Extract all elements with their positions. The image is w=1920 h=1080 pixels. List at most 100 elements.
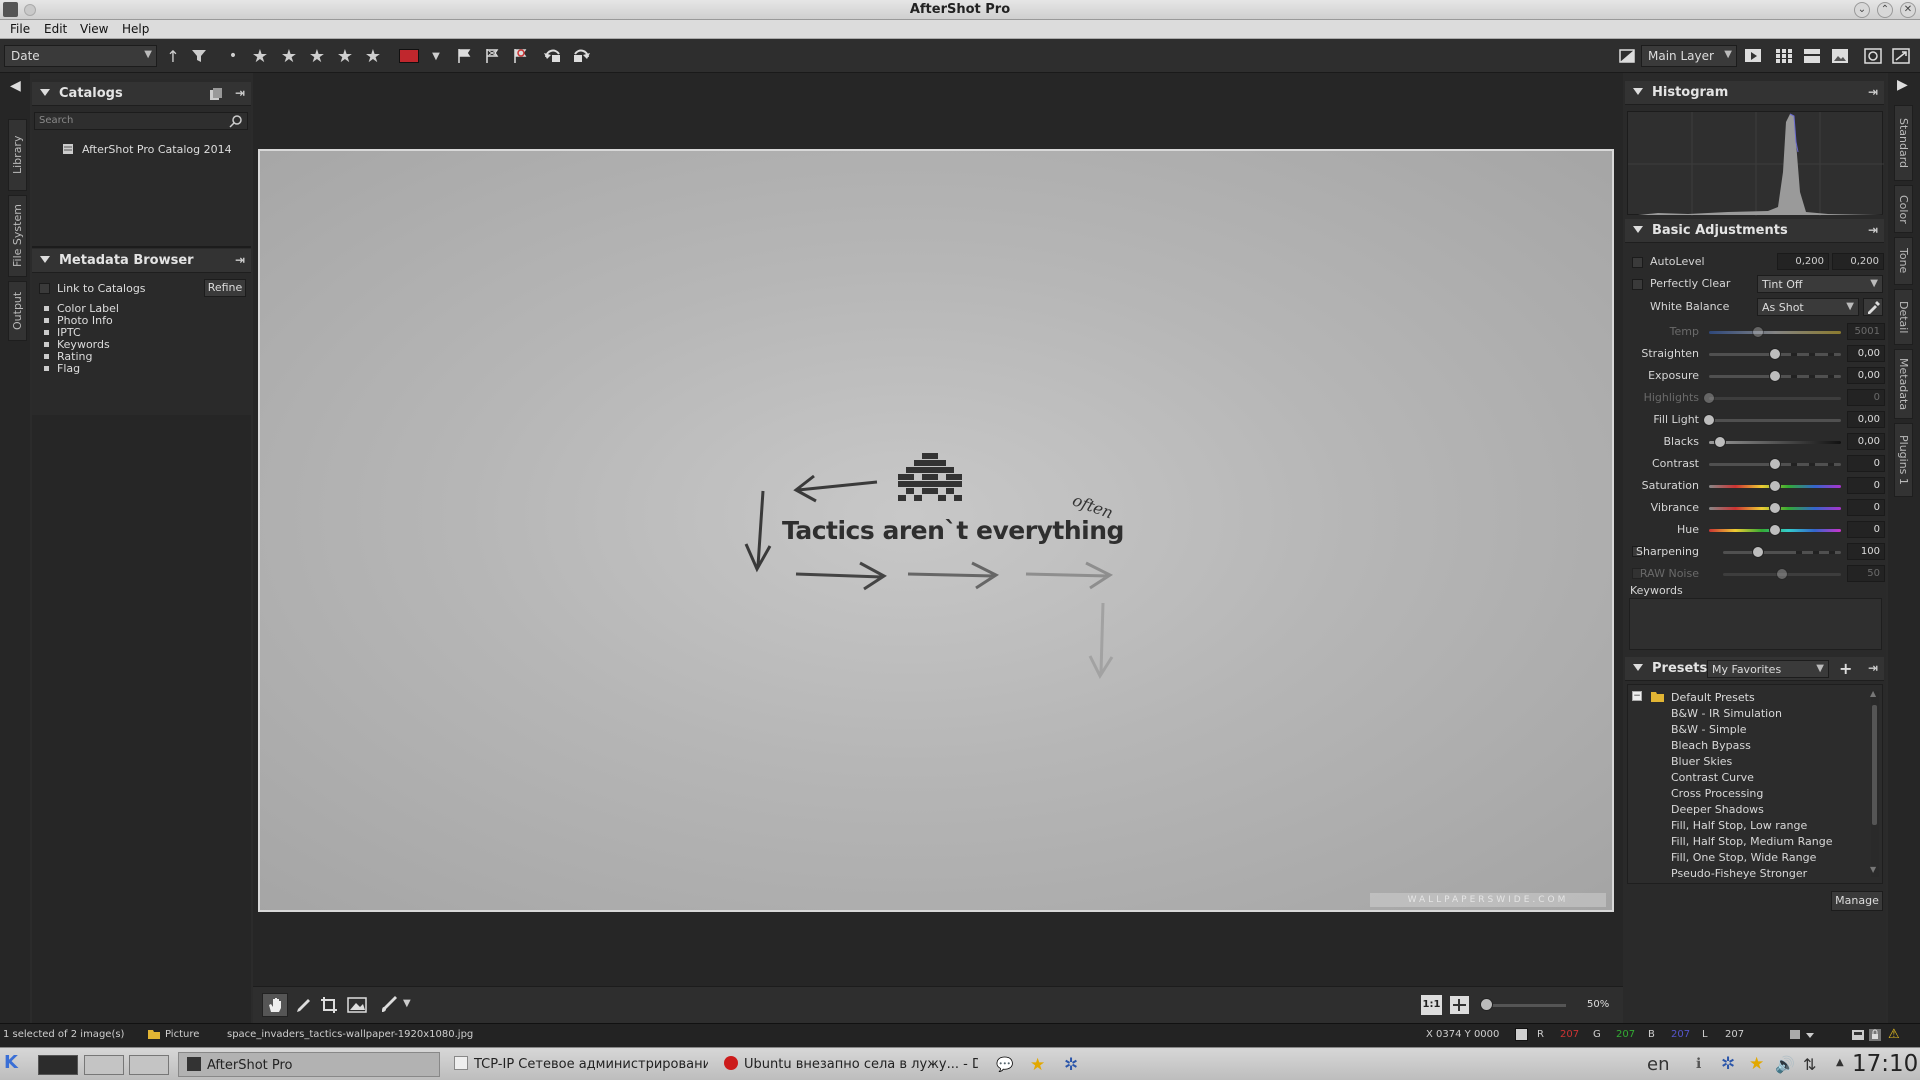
saturation-slider-knob[interactable] [1769,480,1781,492]
sort-direction-icon[interactable]: ↑ [165,45,181,67]
exposure-slider-knob[interactable] [1769,370,1781,382]
task-tcpip[interactable]: TCP-IP Сетевое администрирование, [446,1052,708,1077]
autolevel-value-1[interactable]: 0,200 [1777,253,1829,270]
warning-icon[interactable]: ⚠ [1888,1027,1900,1042]
tray-star-icon[interactable]: ★ [1749,1054,1764,1074]
sort-dropdown[interactable]: Date ▼ [4,45,157,67]
refine-button[interactable]: Refine [204,279,246,297]
presets-scrollbar[interactable]: ▲ ▼ [1870,689,1879,877]
star-5-icon[interactable]: ★ [363,45,383,67]
preset-item[interactable]: B&W - Simple [1671,723,1747,736]
pin-icon[interactable]: ⇥ [235,253,245,267]
add-preset-icon[interactable]: + [1839,659,1852,678]
collapse-left-icon[interactable]: ◀ [10,78,21,94]
tab-detail[interactable]: Detail [1894,289,1913,345]
slideshow-icon[interactable] [1742,45,1764,67]
grid-view-icon[interactable] [1773,45,1795,67]
no-rating-dot-icon[interactable]: • [229,45,237,67]
preset-item[interactable]: Bluer Skies [1671,755,1732,768]
preset-item[interactable]: Pseudo-Fisheye Stronger [1671,867,1807,880]
straighten-value[interactable]: 0,00 [1847,345,1885,362]
volume-icon[interactable]: 🔊 [1775,1055,1795,1074]
collapse-right-icon[interactable]: ▶ [1897,77,1908,93]
filter-icon[interactable] [188,45,210,67]
straighten-tool-icon[interactable] [346,995,368,1015]
brush-tool-icon[interactable] [379,995,401,1015]
collapse-triangle-icon[interactable] [1633,88,1643,95]
keyboard-layout[interactable]: en [1647,1054,1669,1075]
network-icon[interactable]: ⇅ [1803,1055,1816,1074]
preset-item[interactable]: Cross Processing [1671,787,1763,800]
highlights-value[interactable]: 0 [1847,389,1885,406]
flag-reject-icon[interactable] [510,45,530,67]
chat-icon[interactable]: 💬 [996,1057,1013,1073]
hue-value[interactable]: 0 [1847,521,1885,538]
zoom-slider-track[interactable] [1484,1004,1566,1007]
catalog-search-input[interactable]: Search [34,112,248,130]
tab-metadata[interactable]: Metadata [1894,349,1913,419]
fill-light-slider-track[interactable] [1709,419,1841,422]
zoom-fit-icon[interactable] [1449,995,1470,1015]
compare-icon[interactable] [1617,45,1637,67]
highlights-slider-knob[interactable] [1703,392,1715,404]
maximize-icon[interactable]: ⌃ [1877,2,1893,18]
raw-noise-slider-knob[interactable] [1776,568,1788,580]
temp-value[interactable]: 5001 [1847,323,1885,340]
preset-item[interactable]: Bleach Bypass [1671,739,1751,752]
catalogs-header[interactable]: Catalogs ⇥ [32,82,251,106]
minimize-icon[interactable]: ⌄ [1854,2,1870,18]
star-3-icon[interactable]: ★ [307,45,327,67]
desktop-pager-3[interactable] [129,1055,169,1075]
color-label-swatch[interactable] [398,45,420,67]
preset-item[interactable]: Fill, Half Stop, Medium Range [1671,835,1832,848]
pin-icon[interactable]: ⇥ [235,86,245,100]
blacks-value[interactable]: 0,00 [1847,433,1885,450]
blacks-slider-knob[interactable] [1713,436,1726,448]
star-4-icon[interactable]: ★ [335,45,355,67]
loupe-icon[interactable] [1862,45,1884,67]
tab-tone[interactable]: Tone [1894,237,1913,285]
pin-icon[interactable]: ⇥ [1868,223,1878,237]
pin-icon[interactable]: ⇥ [1868,661,1878,675]
hue-slider-knob[interactable] [1769,524,1781,536]
temp-slider-knob[interactable] [1751,326,1764,338]
raw-noise-value[interactable]: 50 [1847,565,1885,582]
rotate-left-icon[interactable] [542,45,564,67]
favorites-star-icon[interactable]: ★ [1030,1055,1045,1075]
presets-filter-dropdown[interactable]: My Favorites ▼ [1707,660,1829,678]
contrast-value[interactable]: 0 [1847,455,1885,472]
tab-output[interactable]: Output [8,281,27,341]
single-view-icon[interactable] [1829,45,1851,67]
menu-file[interactable]: File [10,22,30,36]
star-2-icon[interactable]: ★ [279,45,299,67]
preset-item[interactable]: B&W - IR Simulation [1671,707,1782,720]
tab-color[interactable]: Color [1894,185,1913,233]
collapse-triangle-icon[interactable] [40,256,50,263]
search-icon[interactable] [229,114,243,128]
start-menu-icon[interactable]: K [4,1052,30,1077]
tray-tool-icon[interactable]: ✲ [1721,1054,1735,1074]
fill-light-value[interactable]: 0,00 [1847,411,1885,428]
scroll-up-icon[interactable]: ▲ [1870,689,1876,698]
tab-plugins[interactable]: Plugins 1 [1894,423,1913,497]
catalog-item[interactable]: AfterShot Pro Catalog 2014 [82,143,232,156]
collapse-triangle-icon[interactable] [40,89,50,96]
preset-item[interactable]: Contrast Curve [1671,771,1754,784]
perfectly-clear-dropdown[interactable]: Tint Off ▼ [1757,275,1883,293]
fill-light-slider-knob[interactable] [1703,414,1715,426]
link-to-catalogs-checkbox[interactable] [39,283,50,294]
rotate-right-icon[interactable] [570,45,592,67]
metadata-browser-header[interactable]: Metadata Browser ⇥ [32,249,251,273]
presets-scrollbar-thumb[interactable] [1872,705,1877,825]
star-1-icon[interactable]: ★ [250,45,270,67]
histogram-header[interactable]: Histogram ⇥ [1625,81,1884,105]
menu-help[interactable]: Help [122,22,149,36]
exposure-value[interactable]: 0,00 [1847,367,1885,384]
scroll-down-icon[interactable]: ▼ [1870,865,1876,874]
flag-pick-icon[interactable] [454,45,474,67]
metadata-item-flag[interactable]: Flag [57,362,80,375]
eyedropper-icon[interactable] [1863,298,1883,316]
menu-edit[interactable]: Edit [44,22,67,36]
status-options-icon[interactable] [1789,1028,1817,1042]
tab-library[interactable]: Library [8,119,27,191]
